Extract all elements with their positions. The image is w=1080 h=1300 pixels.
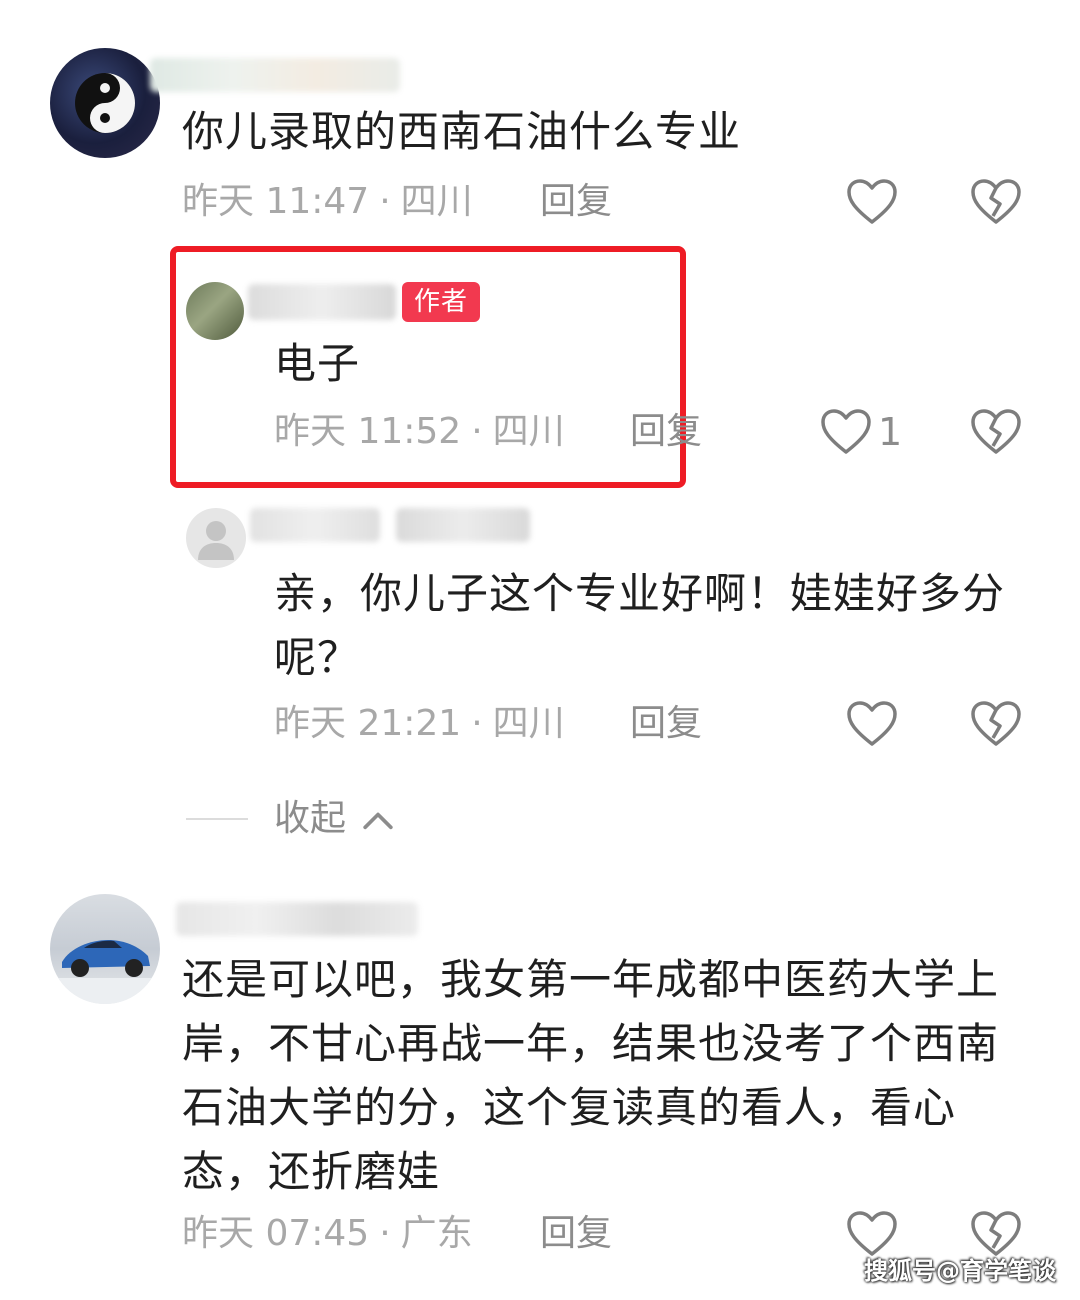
comment-text: 还是可以吧，我女第一年成都中医药大学上岸，不甘心再战一年，结果也没考了个西南石油… [182, 955, 1000, 1196]
dislike-broken-heart-icon[interactable] [970, 178, 1022, 226]
collapse-label: 收起 [274, 798, 347, 839]
like-heart-icon[interactable] [846, 178, 898, 226]
dislike-broken-heart-icon[interactable] [970, 700, 1022, 748]
comment-time: 昨天 11:52 [274, 411, 462, 452]
dislike-broken-heart-icon[interactable] [970, 408, 1022, 456]
avatar-default[interactable] [186, 508, 246, 568]
watermark: 搜狐号@育学笔谈 [864, 1257, 1056, 1285]
username-blurred [248, 284, 396, 320]
reply-button[interactable]: 回复 [540, 1212, 612, 1256]
comment-time: 昨天 11:47 [182, 181, 370, 222]
comment-meta: 昨天 21:21 · 四川 [274, 703, 565, 744]
comment-time: 昨天 21:21 [274, 703, 462, 744]
comment-location: 广东 [400, 1213, 473, 1254]
reply-target-blurred [396, 508, 530, 542]
collapse-divider [186, 818, 248, 820]
comment-location: 四川 [400, 181, 473, 222]
username-blurred [150, 58, 400, 92]
avatar-author[interactable] [186, 282, 244, 340]
reply-button[interactable]: 回复 [540, 180, 612, 224]
comment-text: 电子 [274, 339, 361, 388]
chevron-up-icon [363, 812, 394, 830]
comment-text: 亲，你儿子这个专业好啊！娃娃好多分呢？ [274, 569, 1006, 682]
like-heart-icon[interactable] [820, 408, 872, 456]
username-blurred [176, 902, 418, 936]
comment-meta: 昨天 11:47 · 四川 [182, 181, 473, 222]
collapse-button[interactable]: 收起 [274, 796, 395, 842]
like-count: 1 [878, 410, 903, 454]
comment-location: 四川 [492, 703, 565, 744]
comment-meta: 昨天 07:45 · 广东 [182, 1213, 473, 1254]
avatar-sports-car[interactable] [50, 894, 160, 1004]
user-silhouette-icon [198, 521, 234, 560]
avatar-yin-yang[interactable] [50, 48, 160, 158]
username-blurred [250, 508, 380, 542]
comment-text: 你儿录取的西南石油什么专业 [182, 107, 742, 156]
car-image-icon [50, 940, 160, 1004]
like-heart-icon[interactable] [846, 700, 898, 748]
comment-time: 昨天 07:45 [182, 1213, 370, 1254]
reply-button[interactable]: 回复 [630, 410, 702, 454]
author-badge: 作者 [402, 282, 481, 322]
comment-location: 四川 [492, 411, 565, 452]
reply-button[interactable]: 回复 [630, 702, 702, 746]
yin-yang-icon [75, 73, 135, 133]
comment-meta: 昨天 11:52 · 四川 [274, 411, 565, 452]
